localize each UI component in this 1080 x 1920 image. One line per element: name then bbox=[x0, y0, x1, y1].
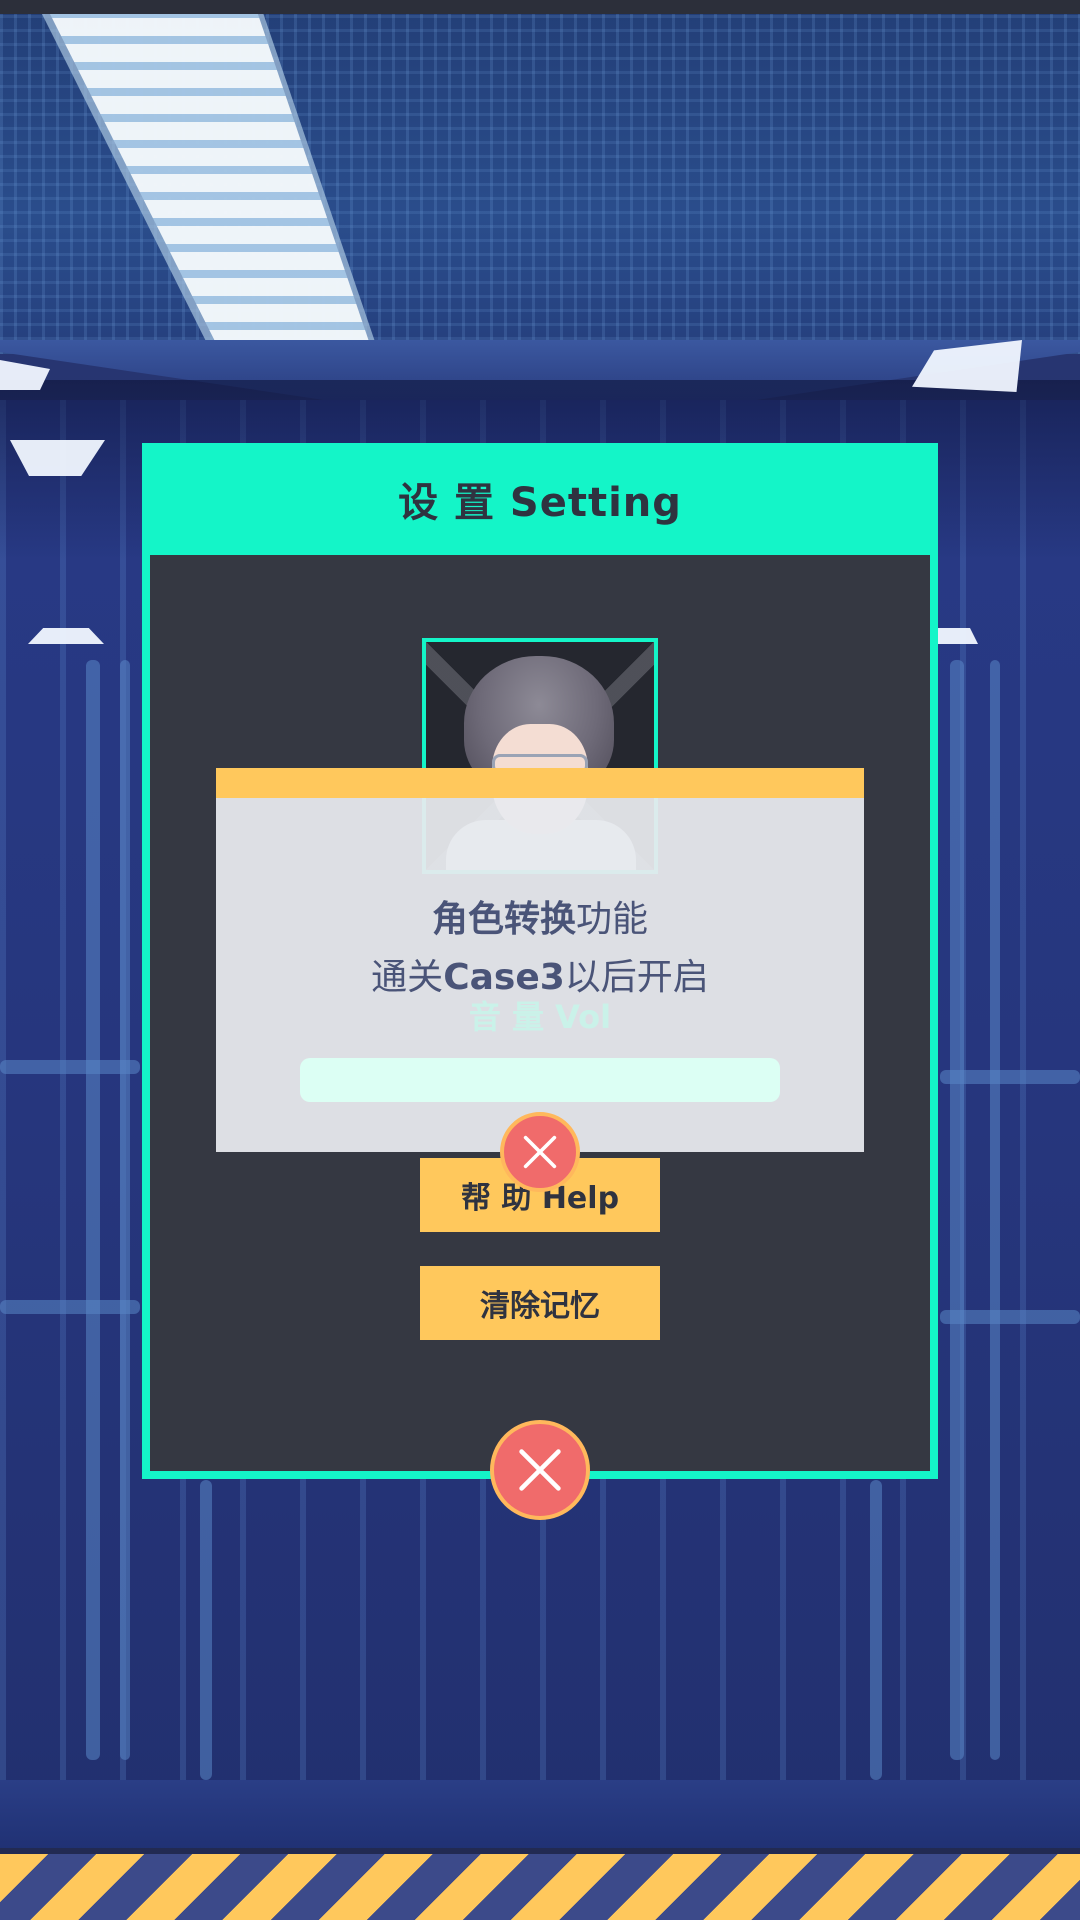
volume-label: 音 量 Vol bbox=[468, 998, 612, 1036]
floor bbox=[0, 1780, 1080, 1850]
game-scene: 设 置 Setting 帮 助 Help 清除记忆 角色转换功能 通关Case3… bbox=[0, 0, 1080, 1920]
settings-title: 设 置 Setting bbox=[398, 480, 682, 526]
pipe bbox=[0, 1300, 140, 1314]
close-icon bbox=[523, 1135, 557, 1169]
pipe bbox=[120, 660, 130, 1760]
pipe bbox=[0, 1060, 140, 1074]
pipe bbox=[86, 660, 100, 1760]
feature-locked-popup: 角色转换功能 通关Case3以后开启 音 量 Vol bbox=[216, 768, 864, 1152]
pipe bbox=[940, 1070, 1080, 1084]
popup-close-button[interactable] bbox=[500, 1112, 580, 1192]
pipe bbox=[200, 1480, 212, 1780]
popup-message-line1: 角色转换功能 bbox=[216, 890, 864, 942]
clear-memory-button[interactable]: 清除记忆 bbox=[420, 1266, 660, 1340]
popup-header-bar bbox=[216, 768, 864, 798]
pipe bbox=[870, 1480, 882, 1780]
top-strip bbox=[0, 0, 1080, 14]
volume-slider[interactable] bbox=[300, 1058, 780, 1102]
close-icon bbox=[519, 1449, 561, 1491]
pipe bbox=[940, 1310, 1080, 1324]
popup-feature-name: 角色转换 bbox=[431, 899, 576, 940]
pipe bbox=[950, 660, 964, 1760]
hazard-stripes bbox=[0, 1848, 1080, 1920]
settings-close-button[interactable] bbox=[490, 1420, 590, 1520]
popup-feature-suffix: 功能 bbox=[576, 899, 649, 940]
pipe bbox=[990, 660, 1000, 1760]
